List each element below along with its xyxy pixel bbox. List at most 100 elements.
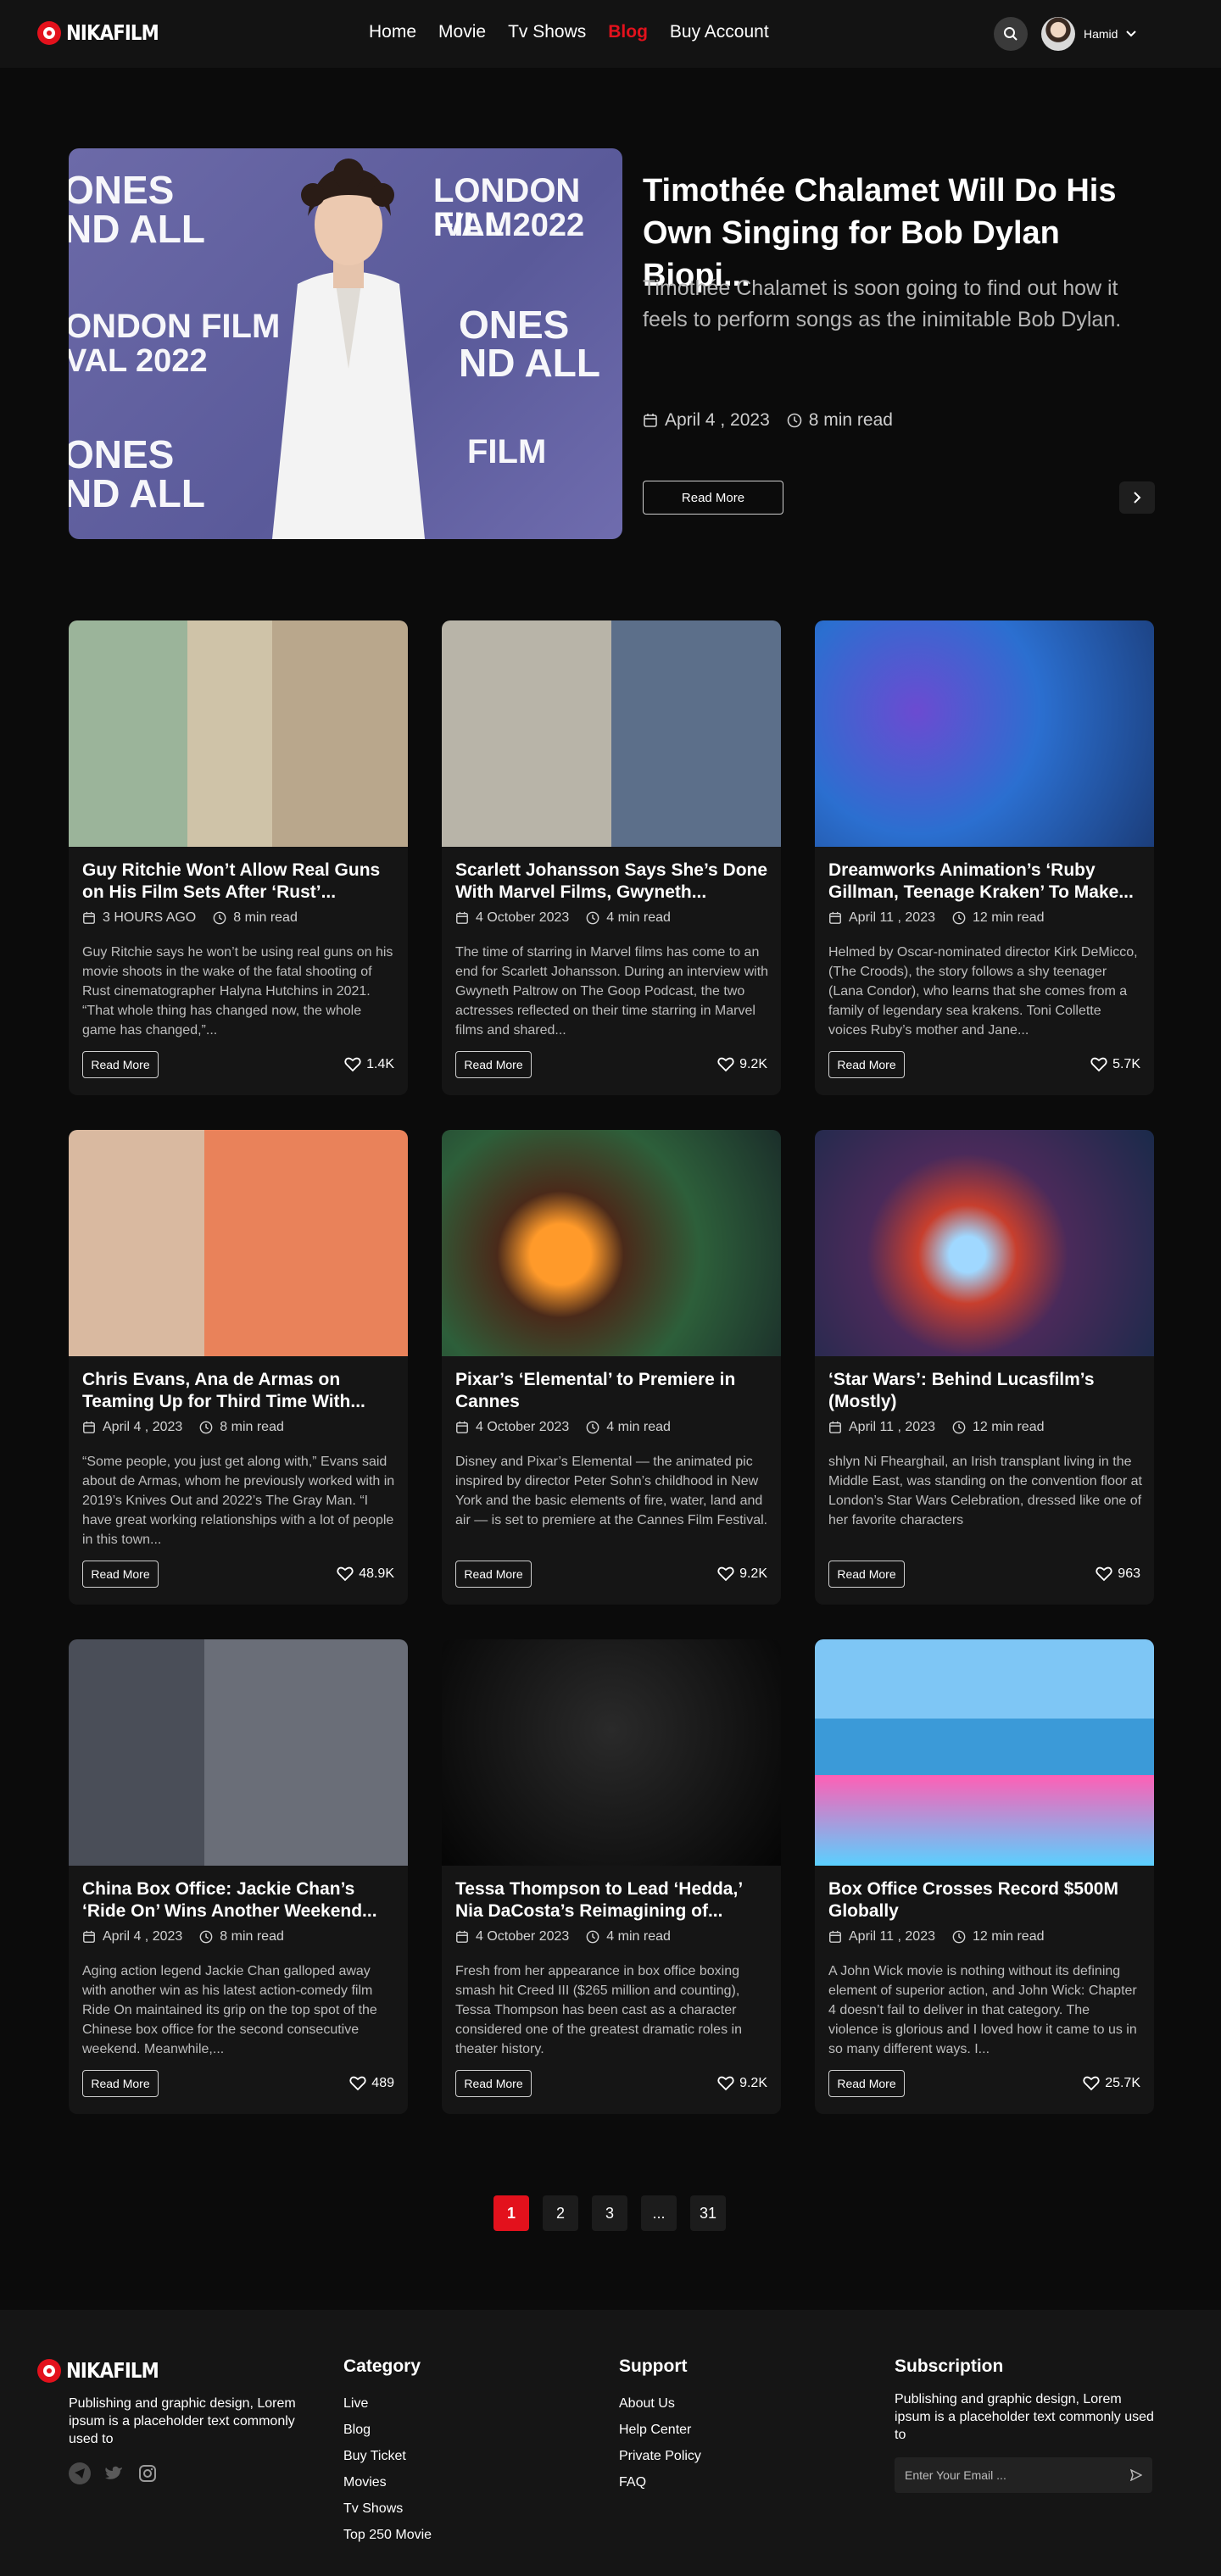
heart-icon[interactable]	[717, 1566, 734, 1582]
twitter-icon[interactable]	[103, 2462, 125, 2484]
top-navbar: NIKAFILM Home Movie Tv Shows Blog Buy Ac…	[0, 0, 1221, 68]
heart-icon[interactable]	[717, 1057, 734, 1072]
article-title[interactable]: ‘Star Wars’: Behind Lucasfilm’s (Mostly)	[828, 1369, 1142, 1413]
footer-link[interactable]: Tv Shows	[343, 2495, 432, 2522]
article-title[interactable]: Chris Evans, Ana de Armas on Teaming Up …	[82, 1369, 396, 1413]
backdrop-text: VAL 2022	[69, 343, 208, 379]
article-thumbnail[interactable]	[442, 620, 781, 847]
read-more-button[interactable]: Read More	[82, 1561, 159, 1588]
article-card[interactable]: Box Office Crosses Record $500M Globally…	[815, 1639, 1154, 2114]
read-more-button[interactable]: Read More	[455, 1561, 532, 1588]
like-counter[interactable]: 1.4K	[344, 1057, 394, 1072]
like-counter[interactable]: 963	[1096, 1566, 1140, 1582]
article-card[interactable]: Chris Evans, Ana de Armas on Teaming Up …	[69, 1130, 408, 1605]
heart-icon[interactable]	[344, 1057, 361, 1072]
footer-link[interactable]: Live	[343, 2390, 432, 2417]
article-thumbnail[interactable]	[69, 620, 408, 847]
footer-link[interactable]: Blog	[343, 2417, 432, 2443]
hero-read-more-button[interactable]: Read More	[643, 481, 783, 515]
footer-link[interactable]: Help Center	[619, 2417, 701, 2443]
article-date: April 4 , 2023	[103, 1420, 183, 1434]
like-counter[interactable]: 9.2K	[717, 1057, 767, 1072]
article-meta: 4 October 2023 4 min read	[455, 910, 671, 926]
footer-link[interactable]: Private Policy	[619, 2443, 701, 2469]
article-thumbnail[interactable]	[815, 620, 1154, 847]
nav-blog[interactable]: Blog	[608, 22, 648, 42]
footer-link[interactable]: FAQ	[619, 2469, 701, 2495]
instagram-icon[interactable]	[137, 2462, 159, 2484]
article-title[interactable]: Guy Ritchie Won’t Allow Real Guns on His…	[82, 860, 396, 904]
page-ellipsis[interactable]: ...	[641, 2195, 677, 2231]
heart-icon[interactable]	[717, 2076, 734, 2091]
like-counter[interactable]: 25.7K	[1083, 2076, 1140, 2091]
page-button-1[interactable]: 1	[493, 2195, 529, 2231]
nav-tv-shows[interactable]: Tv Shows	[508, 22, 586, 42]
read-more-button[interactable]: Read More	[455, 1051, 532, 1078]
email-field[interactable]: Enter Your Email ...	[895, 2457, 1152, 2493]
article-excerpt: “Some people, you just get along with,” …	[82, 1455, 395, 1547]
article-card[interactable]: ‘Star Wars’: Behind Lucasfilm’s (Mostly)…	[815, 1130, 1154, 1605]
nav-home[interactable]: Home	[369, 22, 416, 42]
like-counter[interactable]: 9.2K	[717, 1566, 767, 1582]
article-excerpt: A John Wick movie is nothing without its…	[828, 1964, 1137, 2056]
subscription-text: Publishing and graphic design, Lorem ips…	[895, 2392, 1154, 2442]
hero-date: April 4 , 2023	[665, 410, 770, 430]
search-button[interactable]	[994, 17, 1028, 51]
footer-link[interactable]: Movies	[343, 2469, 432, 2495]
article-thumbnail[interactable]	[69, 1130, 408, 1356]
footer-logo[interactable]: NIKAFILM	[37, 2358, 175, 2383]
footer-link[interactable]: About Us	[619, 2390, 701, 2417]
article-thumbnail[interactable]	[815, 1130, 1154, 1356]
logo[interactable]: NIKAFILM	[37, 20, 175, 45]
calendar-icon	[829, 1421, 841, 1433]
heart-icon[interactable]	[1096, 1566, 1112, 1582]
article-card[interactable]: Tessa Thompson to Lead ‘Hedda,’ Nia DaCo…	[442, 1639, 781, 2114]
hero-next-button[interactable]	[1119, 481, 1155, 514]
chevron-right-icon	[1134, 492, 1141, 504]
article-card[interactable]: Guy Ritchie Won’t Allow Real Guns on His…	[69, 620, 408, 1095]
read-more-button[interactable]: Read More	[828, 1561, 905, 1588]
heart-icon[interactable]	[1083, 2076, 1100, 2091]
read-more-button[interactable]: Read More	[828, 2070, 905, 2097]
hero-description: Timothée Chalamet is soon going to find …	[643, 276, 1122, 331]
like-counter[interactable]: 489	[349, 2076, 394, 2091]
article-card[interactable]: Scarlett Johansson Says She’s Done With …	[442, 620, 781, 1095]
article-thumbnail[interactable]	[69, 1639, 408, 1866]
article-thumbnail[interactable]	[442, 1130, 781, 1356]
nav-movie[interactable]: Movie	[438, 22, 486, 42]
footer-link[interactable]: Top 250 Movie	[343, 2522, 432, 2548]
telegram-icon[interactable]	[69, 2462, 91, 2484]
heart-icon[interactable]	[337, 1566, 354, 1582]
page-button-3[interactable]: 3	[592, 2195, 627, 2231]
heart-icon[interactable]	[1090, 1057, 1107, 1072]
article-title[interactable]: China Box Office: Jackie Chan’s ‘Ride On…	[82, 1878, 396, 1922]
article-title[interactable]: Dreamworks Animation’s ‘Ruby Gillman, Te…	[828, 860, 1142, 904]
article-title[interactable]: Pixar’s ‘Elemental’ to Premiere in Canne…	[455, 1369, 769, 1413]
user-menu[interactable]: Hamid	[1041, 17, 1137, 51]
read-more-button[interactable]: Read More	[82, 1051, 159, 1078]
page-button-2[interactable]: 2	[543, 2195, 578, 2231]
article-card[interactable]: Dreamworks Animation’s ‘Ruby Gillman, Te…	[815, 620, 1154, 1095]
article-title[interactable]: Tessa Thompson to Lead ‘Hedda,’ Nia DaCo…	[455, 1878, 769, 1922]
article-thumbnail[interactable]	[442, 1639, 781, 1866]
hero-image[interactable]: ONES ND ALL LONDON FILM IVAL 2022 ONDON …	[69, 148, 622, 539]
article-thumbnail[interactable]	[815, 1639, 1154, 1866]
read-more-button[interactable]: Read More	[82, 2070, 159, 2097]
article-card[interactable]: Pixar’s ‘Elemental’ to Premiere in Canne…	[442, 1130, 781, 1605]
nav-buy-account[interactable]: Buy Account	[670, 22, 769, 42]
like-counter[interactable]: 9.2K	[717, 2076, 767, 2091]
like-count: 5.7K	[1112, 1057, 1140, 1071]
article-title[interactable]: Scarlett Johansson Says She’s Done With …	[455, 860, 769, 904]
article-title[interactable]: Box Office Crosses Record $500M Globally	[828, 1878, 1142, 1922]
send-icon[interactable]	[1130, 2469, 1142, 2481]
page-button-31[interactable]: 31	[690, 2195, 726, 2231]
film-reel-icon	[37, 2358, 61, 2383]
article-card[interactable]: China Box Office: Jackie Chan’s ‘Ride On…	[69, 1639, 408, 2114]
like-counter[interactable]: 48.9K	[337, 1566, 394, 1582]
heart-icon[interactable]	[349, 2076, 366, 2091]
footer-link[interactable]: Buy Ticket	[343, 2443, 432, 2469]
read-more-button[interactable]: Read More	[828, 1051, 905, 1078]
like-counter[interactable]: 5.7K	[1090, 1057, 1140, 1072]
clock-icon	[787, 413, 802, 428]
read-more-button[interactable]: Read More	[455, 2070, 532, 2097]
